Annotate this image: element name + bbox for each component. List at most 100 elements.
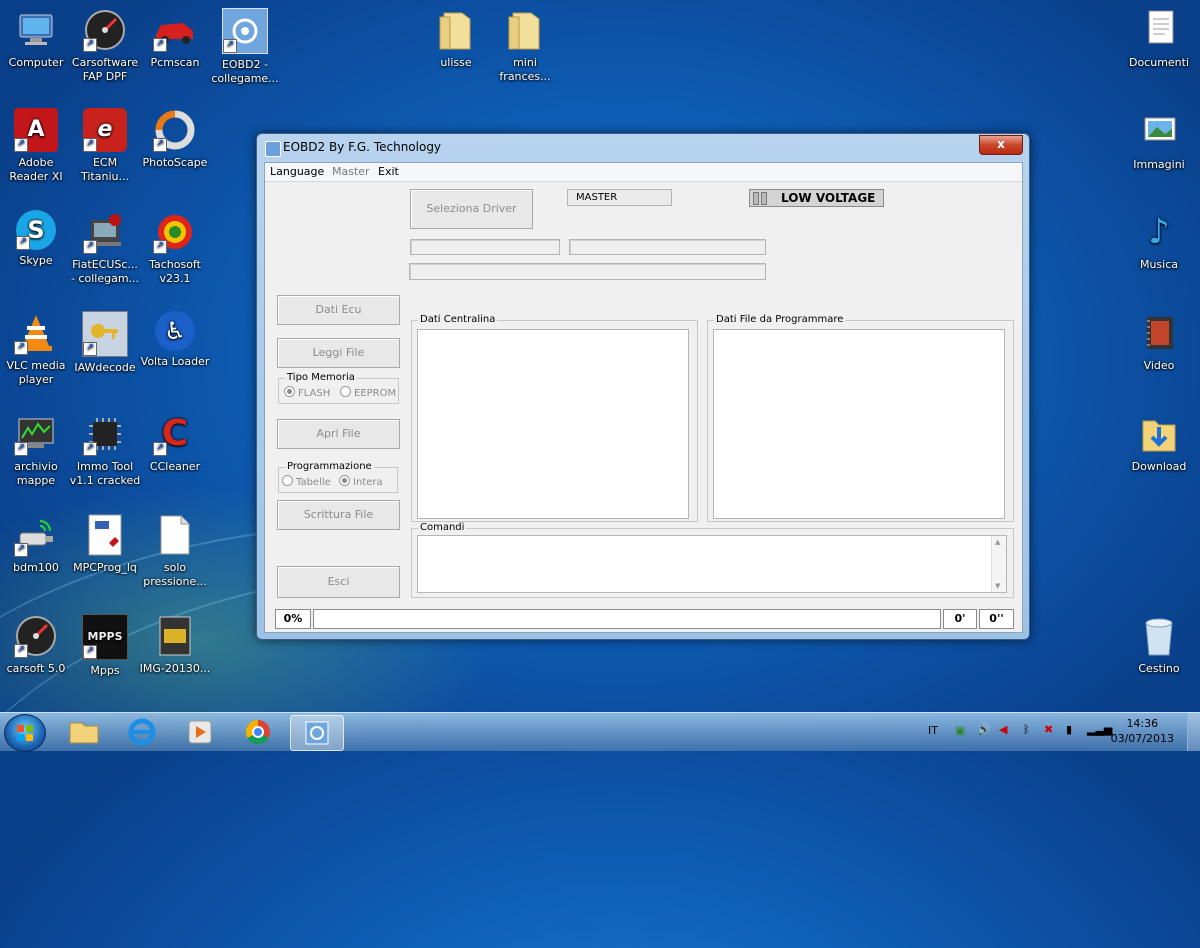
tabelle-radio[interactable]: Tabelle: [282, 475, 331, 488]
scroll-up-icon[interactable]: ▲: [995, 538, 1000, 546]
desktop-icon-label: Immo Tool v1.1 cracked: [69, 460, 141, 487]
music-note-icon: ♪: [1148, 212, 1170, 252]
desktop-icon-tachosoft[interactable]: ↗ Tachosoft v23.1: [139, 210, 211, 286]
menu-language[interactable]: Language: [270, 165, 324, 178]
desktop-icon-documenti[interactable]: Documenti: [1123, 8, 1195, 70]
desktop-folder-ulisse[interactable]: ulisse: [420, 8, 492, 70]
desktop-icon-iawdecode[interactable]: ↗ IAWdecode: [69, 311, 141, 375]
taskbar-chrome[interactable]: [232, 715, 284, 749]
apri-file-button[interactable]: Apri File: [277, 419, 400, 449]
desktop-icon-label: Skype: [19, 254, 53, 267]
menu-exit[interactable]: Exit: [378, 165, 399, 178]
desktop-icon-img-photo[interactable]: IMG-20130...: [139, 614, 211, 676]
desktop-icon-carsoft[interactable]: ↗ carsoft 5.0: [0, 614, 72, 676]
desktop-icon-immo-tool[interactable]: ↗ Immo Tool v1.1 cracked: [69, 412, 141, 488]
bluetooth-icon[interactable]: ᛒ: [1023, 723, 1030, 736]
clock[interactable]: 14:36 03/07/2013: [1111, 716, 1174, 746]
tray-notification-icon[interactable]: ▣: [955, 724, 965, 737]
desktop-icon-label: bdm100: [13, 561, 59, 574]
desktop-icon-solo-pressione[interactable]: solo pressione...: [139, 513, 211, 589]
menu-master[interactable]: Master: [332, 165, 370, 178]
intera-label: Intera: [353, 477, 383, 488]
battery-icon[interactable]: ▮: [1066, 723, 1072, 736]
desktop-icon-video[interactable]: Video: [1123, 311, 1195, 373]
shortcut-arrow-icon: ↗: [153, 38, 167, 52]
shortcut-arrow-icon: ↗: [14, 341, 28, 355]
desktop-icon-download[interactable]: Download: [1123, 412, 1195, 474]
eobd2-window: EOBD2 By F.G. Technology x Language Mast…: [256, 133, 1030, 640]
progress-bar: [313, 609, 941, 629]
close-button[interactable]: x: [979, 135, 1023, 155]
radio-checked-icon: [339, 475, 350, 486]
desktop-icon-pcmscan[interactable]: ↗ Pcmscan: [139, 8, 211, 70]
intera-radio[interactable]: Intera: [339, 475, 383, 488]
desktop-icon-mpcprog[interactable]: MPCProg_lq: [69, 513, 141, 575]
desktop-icon-label: Documenti: [1128, 56, 1190, 69]
comandi-textarea[interactable]: ▲ ▼: [417, 535, 1007, 593]
dati-file-textarea[interactable]: [713, 329, 1005, 519]
usb-warning-icon[interactable]: ✖: [1044, 723, 1053, 736]
eobd2-app-icon: ↗: [222, 8, 268, 54]
seleziona-driver-button[interactable]: Seleziona Driver: [410, 189, 533, 229]
desktop-icon-carsoftware[interactable]: ↗ Carsoftware FAP DPF: [69, 8, 141, 84]
desktop-icon-musica[interactable]: ♪ Musica: [1123, 210, 1195, 272]
desktop-icon-volta-loader[interactable]: ♿ Volta Loader: [139, 311, 211, 369]
desktop-icon-cestino[interactable]: Cestino: [1123, 614, 1195, 676]
skype-icon: S ↗: [16, 210, 56, 250]
monitor-graph-icon: ↗: [14, 412, 58, 456]
desktop-icon-label: Adobe Reader XI: [9, 156, 63, 183]
scroll-down-icon[interactable]: ▼: [995, 582, 1000, 590]
computer-icon: [14, 8, 58, 52]
volume-muted-icon[interactable]: ◀: [999, 723, 1007, 736]
taskbar-media-player[interactable]: [174, 715, 226, 749]
comandi-scrollbar[interactable]: ▲ ▼: [991, 536, 1006, 592]
desktop-icon-label: Cestino: [1138, 662, 1180, 675]
desktop-icon-ccleaner[interactable]: C ↗ CCleaner: [139, 412, 211, 474]
window-titlebar[interactable]: EOBD2 By F.G. Technology x: [257, 134, 1029, 160]
desktop-icon-label: EOBD2 - collegame...: [211, 58, 279, 85]
desktop-icon-vlc[interactable]: ↗ VLC media player: [0, 311, 72, 387]
desktop-icon-immagini[interactable]: Immagini: [1123, 110, 1195, 172]
desktop-icon-label: VLC media player: [6, 359, 66, 386]
tipo-memoria-group: Tipo Memoria FLASH EEPROM: [278, 372, 399, 404]
desktop-icon-label: Tachosoft v23.1: [149, 258, 201, 285]
elapsed-seconds: 0'': [979, 609, 1014, 629]
esci-button[interactable]: Esci: [277, 566, 400, 598]
speaker-icon[interactable]: 🔊: [977, 723, 991, 736]
desktop-icon-skype[interactable]: S ↗ Skype: [0, 210, 72, 268]
flash-radio[interactable]: FLASH: [284, 386, 330, 399]
ccleaner-icon: C ↗: [153, 412, 197, 456]
desktop-icon-eobd2[interactable]: ↗ EOBD2 - collegame...: [209, 8, 281, 86]
dati-ecu-button[interactable]: Dati Ecu: [277, 295, 400, 325]
desktop-icon-label: ECM Titaniu...: [81, 156, 129, 183]
tabelle-label: Tabelle: [296, 477, 331, 488]
menu-bar: Language Master Exit: [265, 163, 1022, 182]
start-button[interactable]: [4, 714, 46, 752]
taskbar-internet-explorer[interactable]: [116, 715, 168, 749]
desktop-icon-fiatecuscan[interactable]: ↗ FiatECUSc... - collegam...: [69, 210, 141, 286]
desktop-icon-ecm-titanium[interactable]: e ↗ ECM Titaniu...: [69, 108, 141, 184]
desktop-icon-mpps[interactable]: MPPS ↗ Mpps: [69, 614, 141, 678]
taskbar-explorer[interactable]: [58, 715, 110, 749]
media-player-icon: [188, 720, 212, 744]
language-indicator[interactable]: IT: [928, 724, 938, 737]
desktop-icon-photoscape[interactable]: ↗ PhotoScape: [139, 108, 211, 170]
network-signal-icon[interactable]: ▂▃▅: [1087, 723, 1112, 736]
taskbar-eobd2[interactable]: [290, 715, 344, 751]
desktop-icon-label: FiatECUSc... - collegam...: [70, 258, 140, 285]
desktop-icon-archivio-mappe[interactable]: ↗ archivio mappe: [0, 412, 72, 488]
leggi-file-button[interactable]: Leggi File: [277, 338, 400, 368]
desktop-icon-computer[interactable]: Computer: [0, 8, 72, 70]
desktop-folder-mini-frances[interactable]: mini frances...: [489, 8, 561, 84]
video-library-icon: [1137, 311, 1181, 355]
desktop-icon-adobe-reader[interactable]: A ↗ Adobe Reader XI: [0, 108, 72, 184]
dati-centralina-textarea[interactable]: [417, 329, 689, 519]
driver-info-field: [410, 239, 560, 255]
scrittura-file-button[interactable]: Scrittura File: [277, 500, 400, 530]
show-desktop-button[interactable]: [1187, 713, 1200, 751]
shortcut-arrow-icon: ↗: [83, 138, 97, 152]
eeprom-radio[interactable]: EEPROM: [340, 386, 396, 399]
desktop-icon-label: IAWdecode: [74, 361, 136, 374]
chrome-icon: [245, 720, 270, 745]
desktop-icon-bdm100[interactable]: ↗ bdm100: [0, 513, 72, 575]
